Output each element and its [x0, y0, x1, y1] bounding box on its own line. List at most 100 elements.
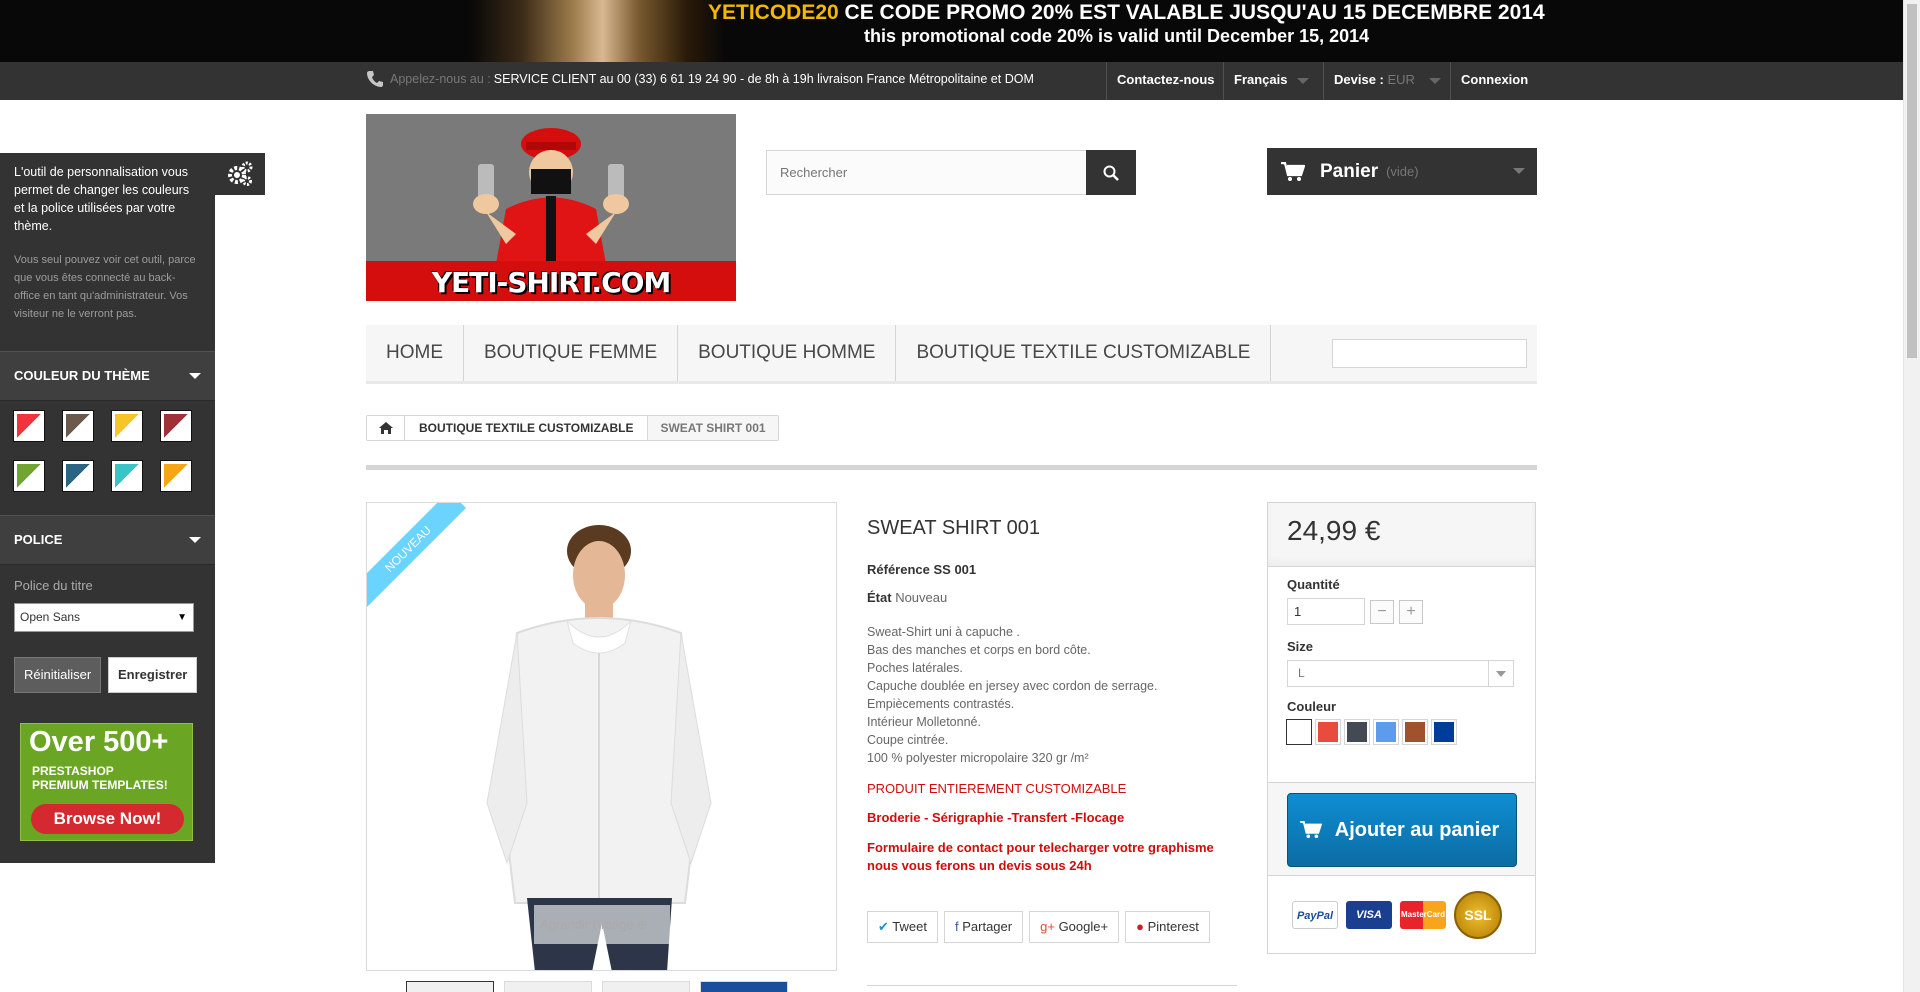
theme-toggle-button[interactable] — [215, 153, 265, 195]
tweet-button[interactable]: ✔ Tweet — [867, 911, 938, 943]
reference-label: Référence — [867, 562, 930, 577]
product-options: Quantité 1 − + Size L Couleur — [1268, 567, 1535, 783]
size-value: L — [1298, 666, 1305, 680]
promo-model-image — [470, 0, 725, 62]
size-select[interactable]: L — [1287, 660, 1514, 687]
pinterest-label: Pinterest — [1147, 919, 1199, 934]
paypal-logo: PayPal — [1292, 900, 1338, 929]
add-to-cart-button[interactable]: Ajouter au panier — [1287, 793, 1517, 867]
tweet-label: Tweet — [892, 919, 927, 934]
facebook-share-button[interactable]: f Partager — [943, 911, 1024, 943]
chevron-down-icon — [189, 537, 201, 543]
font-select[interactable]: Open Sans ▼ — [14, 603, 194, 632]
color-swatch-dark-grey[interactable] — [1344, 719, 1370, 745]
menu-item-home[interactable]: HOME — [366, 325, 464, 381]
chevron-down-icon — [1297, 77, 1310, 84]
product-price: 24,99 € — [1268, 503, 1535, 567]
phone-text: SERVICE CLIENT au 00 (33) 6 61 19 24 90 … — [493, 72, 1034, 86]
theme-panel: L'outil de personnalisation vous permet … — [0, 153, 215, 863]
zoom-button[interactable]: Agrandir l'image ⊕ — [534, 905, 670, 944]
theme-color-option[interactable] — [160, 460, 192, 492]
login-link[interactable]: Connexion — [1450, 62, 1536, 100]
condition-label: État — [867, 590, 892, 605]
breadcrumb-category[interactable]: BOUTIQUE TEXTILE CUSTOMIZABLE — [405, 416, 649, 440]
phone-prefix: Appelez-nous au : — [390, 72, 491, 86]
chevron-down-icon — [1488, 661, 1513, 686]
menu-item-boutique-homme[interactable]: BOUTIQUE HOMME — [678, 325, 897, 381]
zoom-label: Agrandir l'image — [540, 917, 634, 932]
share-label: Partager — [962, 919, 1013, 934]
quantity-minus-button[interactable]: − — [1370, 599, 1394, 624]
ad-subtitle-line: PRESTASHOP — [32, 764, 114, 778]
thumbnail[interactable] — [700, 981, 788, 992]
facebook-icon: f — [954, 919, 959, 934]
reset-button[interactable]: Réinitialiser — [14, 657, 102, 693]
promo-line-1-text: CE CODE PROMO 20% EST VALABLE JUSQU'AU 1… — [838, 1, 1545, 24]
quantity-stepper: 1 − + — [1287, 598, 1516, 625]
color-swatch-red[interactable] — [1315, 719, 1341, 745]
thumbnail-strip — [406, 981, 788, 992]
theme-color-option[interactable] — [160, 410, 192, 442]
description-line: 100 % polyester micropolaire 320 gr /m² — [867, 751, 1089, 765]
pinterest-icon: ● — [1136, 919, 1144, 934]
theme-note: Vous seul pouvez voir cet outil, parce q… — [14, 254, 196, 320]
menu-item-boutique-femme[interactable]: BOUTIQUE FEMME — [464, 325, 679, 381]
product-reference: Référence SS 001 — [867, 562, 1237, 577]
cart-button[interactable]: Panier (vide) — [1267, 148, 1537, 195]
theme-color-option[interactable] — [13, 460, 45, 492]
zoom-icon: ⊕ — [637, 917, 649, 932]
customer-service-info: Appelez-nous au : SERVICE CLIENT au 00 (… — [366, 70, 1034, 88]
site-logo[interactable]: YETI-SHIRT.COM — [366, 114, 736, 301]
color-swatch-light-blue[interactable] — [1373, 719, 1399, 745]
breadcrumb-home[interactable] — [367, 416, 405, 440]
quantity-label: Quantité — [1287, 577, 1340, 592]
theme-color-option[interactable] — [62, 410, 94, 442]
size-label: Size — [1287, 639, 1314, 654]
theme-color-option[interactable] — [13, 410, 45, 442]
theme-font-section[interactable]: POLICE — [0, 515, 215, 565]
color-swatch-brown[interactable] — [1402, 719, 1428, 745]
page-scrollbar[interactable] — [1903, 0, 1920, 992]
save-button[interactable]: Enregistrer — [108, 657, 198, 693]
top-nav-bar: Appelez-nous au : SERVICE CLIENT au 00 (… — [0, 62, 1903, 100]
google-plus-button[interactable]: g+ Google+ — [1029, 911, 1120, 943]
contact-link[interactable]: Contactez-nous — [1106, 62, 1225, 100]
theme-color-option[interactable] — [111, 460, 143, 492]
cart-empty-status: (vide) — [1386, 164, 1419, 179]
contact-notice-line: Formulaire de contact pour telecharger v… — [867, 840, 1214, 855]
search-button[interactable] — [1086, 150, 1136, 195]
thumbnail[interactable] — [602, 981, 690, 992]
prestashop-ad-banner[interactable]: Over 500+ PRESTASHOP PREMIUM TEMPLATES! … — [20, 723, 193, 841]
scrollbar-thumb[interactable] — [1907, 4, 1917, 358]
language-value: Français — [1234, 72, 1288, 87]
search-input[interactable] — [767, 151, 1087, 194]
browse-now-button[interactable]: Browse Now! — [31, 804, 184, 834]
mastercard-logo: MasterCard — [1400, 900, 1446, 929]
menu-item-boutique-textile[interactable]: BOUTIQUE TEXTILE CUSTOMIZABLE — [896, 325, 1272, 381]
color-swatch-navy[interactable] — [1431, 719, 1457, 745]
chevron-down-icon — [1428, 77, 1441, 84]
thumbnail[interactable] — [504, 981, 592, 992]
promo-banner[interactable]: YETICODE20 CE CODE PROMO 20% EST VALABLE… — [0, 0, 1903, 62]
description-line: Bas des manches et corps en bord côte. — [867, 643, 1091, 657]
theme-font-title: POLICE — [14, 532, 63, 547]
thumbnail[interactable] — [406, 981, 494, 992]
currency-selector[interactable]: Devise : EUR — [1323, 62, 1451, 100]
chevron-down-icon — [189, 373, 201, 379]
theme-color-section[interactable]: COULEUR DU THÈME — [0, 351, 215, 401]
color-swatch-white[interactable] — [1286, 719, 1312, 745]
gear-icon — [228, 161, 253, 186]
quantity-plus-button[interactable]: + — [1399, 599, 1423, 624]
theme-color-option[interactable] — [111, 410, 143, 442]
product-image[interactable]: NOUVEAU Agrandir l'image ⊕ — [366, 502, 837, 971]
quantity-input[interactable]: 1 — [1287, 598, 1365, 625]
theme-color-option[interactable] — [62, 460, 94, 492]
language-selector[interactable]: Français — [1223, 62, 1319, 100]
description-line: Poches latérales. — [867, 661, 963, 675]
pinterest-button[interactable]: ● Pinterest — [1125, 911, 1210, 943]
cart-label: Panier — [1320, 160, 1379, 182]
font-value: Open Sans — [20, 610, 81, 624]
add-to-cart-label: Ajouter au panier — [1334, 819, 1500, 841]
menu-search-input[interactable] — [1332, 339, 1527, 368]
google-plus-icon: g+ — [1040, 919, 1055, 934]
